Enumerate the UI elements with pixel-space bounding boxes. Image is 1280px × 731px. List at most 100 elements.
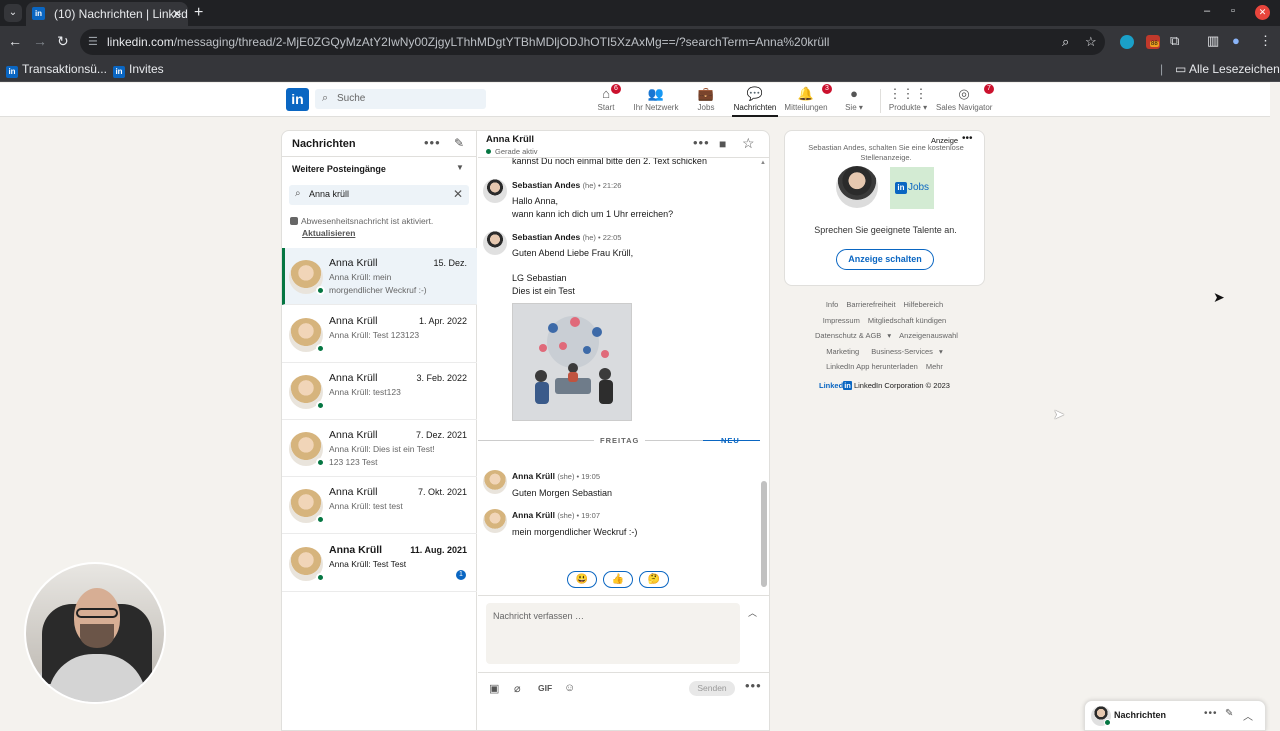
emoji-icon[interactable]: ☺	[564, 682, 575, 694]
nav-products[interactable]: ⋮⋮⋮ Produkte ▾	[886, 86, 930, 117]
brand-word: Linked	[819, 381, 844, 390]
video-call-icon[interactable]: ■	[719, 137, 726, 151]
tab-close-icon[interactable]: ✕	[172, 2, 182, 26]
all-bookmarks-folder[interactable]: ▭ Alle Lesezeichen	[1175, 62, 1280, 76]
conversation-item[interactable]: Anna Krüll 3. Feb. 2022 Anna Krüll: test…	[282, 363, 477, 420]
reload-icon[interactable]: ↻	[57, 33, 69, 49]
tab-search-dropdown[interactable]: ⌄	[4, 4, 22, 22]
minibar-compose-icon[interactable]: ✎	[1225, 708, 1233, 719]
site-info-icon[interactable]: ☰	[88, 35, 98, 48]
sender-name[interactable]: Sebastian Andes	[512, 180, 580, 190]
footer-link[interactable]: Mehr	[926, 362, 943, 371]
clear-search-icon[interactable]: ✕	[453, 187, 463, 201]
nav-jobs[interactable]: 💼 Jobs	[693, 86, 719, 117]
message-compose-input[interactable]: Nachricht verfassen …	[486, 603, 740, 664]
thread-contact-name[interactable]: Anna Krüll	[486, 134, 534, 145]
message-scrollbar[interactable]: ▲	[760, 158, 768, 595]
sender-name[interactable]: Anna Krüll	[512, 471, 555, 481]
compose-more-icon[interactable]: •••	[745, 678, 762, 693]
expand-compose-icon[interactable]: ︿	[748, 606, 757, 619]
place-ad-button[interactable]: Anzeige schalten	[836, 249, 934, 270]
profile-icon[interactable]: ●	[1232, 33, 1240, 48]
gif-button[interactable]: GIF	[538, 683, 552, 693]
conversation-item[interactable]: Anna Krüll 7. Okt. 2021 Anna Krüll: test…	[282, 477, 477, 534]
conversation-item[interactable]: Anna Krüll 11. Aug. 2021 Anna Krüll: Tes…	[282, 535, 477, 592]
zoom-icon[interactable]: ⌕	[1062, 34, 1069, 50]
message-text: Hallo Anna,	[512, 196, 559, 206]
messaging-minibar[interactable]: Nachrichten ••• ✎ ︿	[1084, 700, 1266, 731]
nav-notifications[interactable]: 🔔 3 Mitteilungen	[782, 84, 832, 117]
extension-icon[interactable]	[1120, 35, 1134, 49]
nav-sales-navigator[interactable]: ◎ 7 Sales Navigator	[936, 84, 994, 117]
conversation-item[interactable]: Anna Krüll 1. Apr. 2022 Anna Krüll: Test…	[282, 306, 477, 363]
browser-tab-active[interactable]: in (10) Nachrichten | LinkedIn ✕	[26, 2, 188, 26]
footer-link[interactable]: Marketing	[826, 347, 859, 356]
image-icon[interactable]: ▣	[489, 682, 499, 695]
minibar-more-icon[interactable]: •••	[1204, 708, 1218, 719]
footer-link[interactable]: LinkedIn App herunterladen	[826, 362, 918, 371]
footer-link: Datenschutz & AGB	[815, 331, 882, 340]
sender-name[interactable]: Anna Krüll	[512, 510, 555, 520]
url-text[interactable]: linkedin.com/messaging/thread/2-MjE0ZGQy…	[107, 35, 829, 49]
nav-messaging[interactable]: 💬 Nachrichten	[732, 86, 778, 117]
more-options-icon[interactable]: •••	[424, 135, 441, 150]
address-bar[interactable]: ☰ linkedin.com/messaging/thread/2-MjE0ZG…	[80, 29, 1105, 55]
footer-link[interactable]: Impressum	[823, 316, 860, 325]
nav-network[interactable]: 👥 Ihr Netzwerk	[632, 86, 680, 117]
extension-badge-icon[interactable]: 88	[1146, 35, 1160, 49]
scroll-up-arrow-icon[interactable]: ▲	[760, 160, 766, 166]
inbox-filter-dropdown[interactable]: Weitere Posteingänge ▼	[282, 158, 477, 182]
conversation-item[interactable]: Anna Krüll 7. Dez. 2021 Anna Krüll: Dies…	[282, 420, 477, 477]
compose-icon[interactable]: ✎	[454, 136, 464, 150]
messaging-search-input[interactable]: ⌕ Anna krüll ✕	[289, 185, 469, 205]
new-divider-line	[703, 440, 760, 441]
avatar[interactable]	[483, 231, 507, 255]
reaction-thinking-button[interactable]: 🤔	[639, 571, 669, 588]
search-icon: ⌕	[322, 92, 329, 104]
message-image-attachment[interactable]	[512, 303, 632, 421]
close-window-icon[interactable]: ✕	[1255, 5, 1270, 20]
sender-name[interactable]: Sebastian Andes	[512, 232, 580, 242]
bookmark-transaktionen[interactable]: in Transaktionsü...	[6, 62, 107, 78]
footer-link-dropdown[interactable]: Business-Services ▾	[867, 347, 943, 356]
avatar[interactable]	[483, 179, 507, 203]
reaction-thumbs-up-button[interactable]: 👍	[603, 571, 633, 588]
bell-icon: 🔔 3	[782, 84, 832, 102]
attachment-icon[interactable]: ⌀	[514, 682, 521, 695]
conversation-item[interactable]: Anna Krüll 15. Dez. Anna Krüll: mein mor…	[282, 248, 477, 305]
conversation-name: Anna Krüll	[329, 429, 378, 441]
update-away-link[interactable]: Aktualisieren	[302, 228, 355, 238]
nav-me[interactable]: ● Sie ▾	[841, 86, 867, 117]
forward-icon[interactable]: →	[33, 33, 47, 49]
footer-link[interactable]: Anzeigenauswahl	[899, 331, 958, 340]
star-icon[interactable]: ☆	[742, 135, 755, 152]
nav-label: Sie	[845, 103, 857, 112]
footer-link-dropdown[interactable]: Datenschutz & AGB ▾	[811, 331, 891, 340]
new-tab-button[interactable]: +	[194, 4, 203, 22]
extensions-puzzle-icon[interactable]: ⧉	[1170, 33, 1179, 49]
conversation-preview: Anna Krüll: Dies ist ein Test! 123 123 T…	[329, 444, 435, 467]
bookmark-star-icon[interactable]: ☆	[1085, 34, 1097, 50]
minibar-expand-icon[interactable]: ︿	[1243, 708, 1253, 723]
team-illustration-image	[513, 304, 631, 420]
thread-more-icon[interactable]: •••	[693, 135, 710, 150]
linkedin-logo-icon[interactable]: in	[286, 88, 309, 111]
reaction-smile-button[interactable]: 😃	[567, 571, 597, 588]
nav-start[interactable]: ⌂ 6 Start	[593, 84, 621, 117]
minimize-window-icon[interactable]: –	[1204, 5, 1210, 17]
bookmark-invites[interactable]: in Invites	[113, 62, 164, 78]
footer-link[interactable]: Barrierefreiheit	[846, 300, 895, 309]
footer-link[interactable]: Hilfebereich	[904, 300, 944, 309]
footer-link[interactable]: Info	[826, 300, 839, 309]
message-text: LG Sebastian	[512, 273, 567, 283]
send-button[interactable]: Senden	[689, 681, 735, 696]
global-search-input[interactable]: ⌕ Suche	[315, 89, 486, 109]
maximize-window-icon[interactable]: ▫	[1231, 5, 1235, 17]
scrollbar-thumb[interactable]	[761, 481, 767, 587]
avatar[interactable]	[483, 470, 507, 494]
browser-menu-icon[interactable]: ⋮	[1259, 33, 1272, 49]
back-icon[interactable]: ←	[8, 33, 22, 49]
sidepanel-icon[interactable]: ▥	[1207, 33, 1219, 49]
footer-link[interactable]: Mitgliedschaft kündigen	[868, 316, 946, 325]
avatar[interactable]	[483, 509, 507, 533]
